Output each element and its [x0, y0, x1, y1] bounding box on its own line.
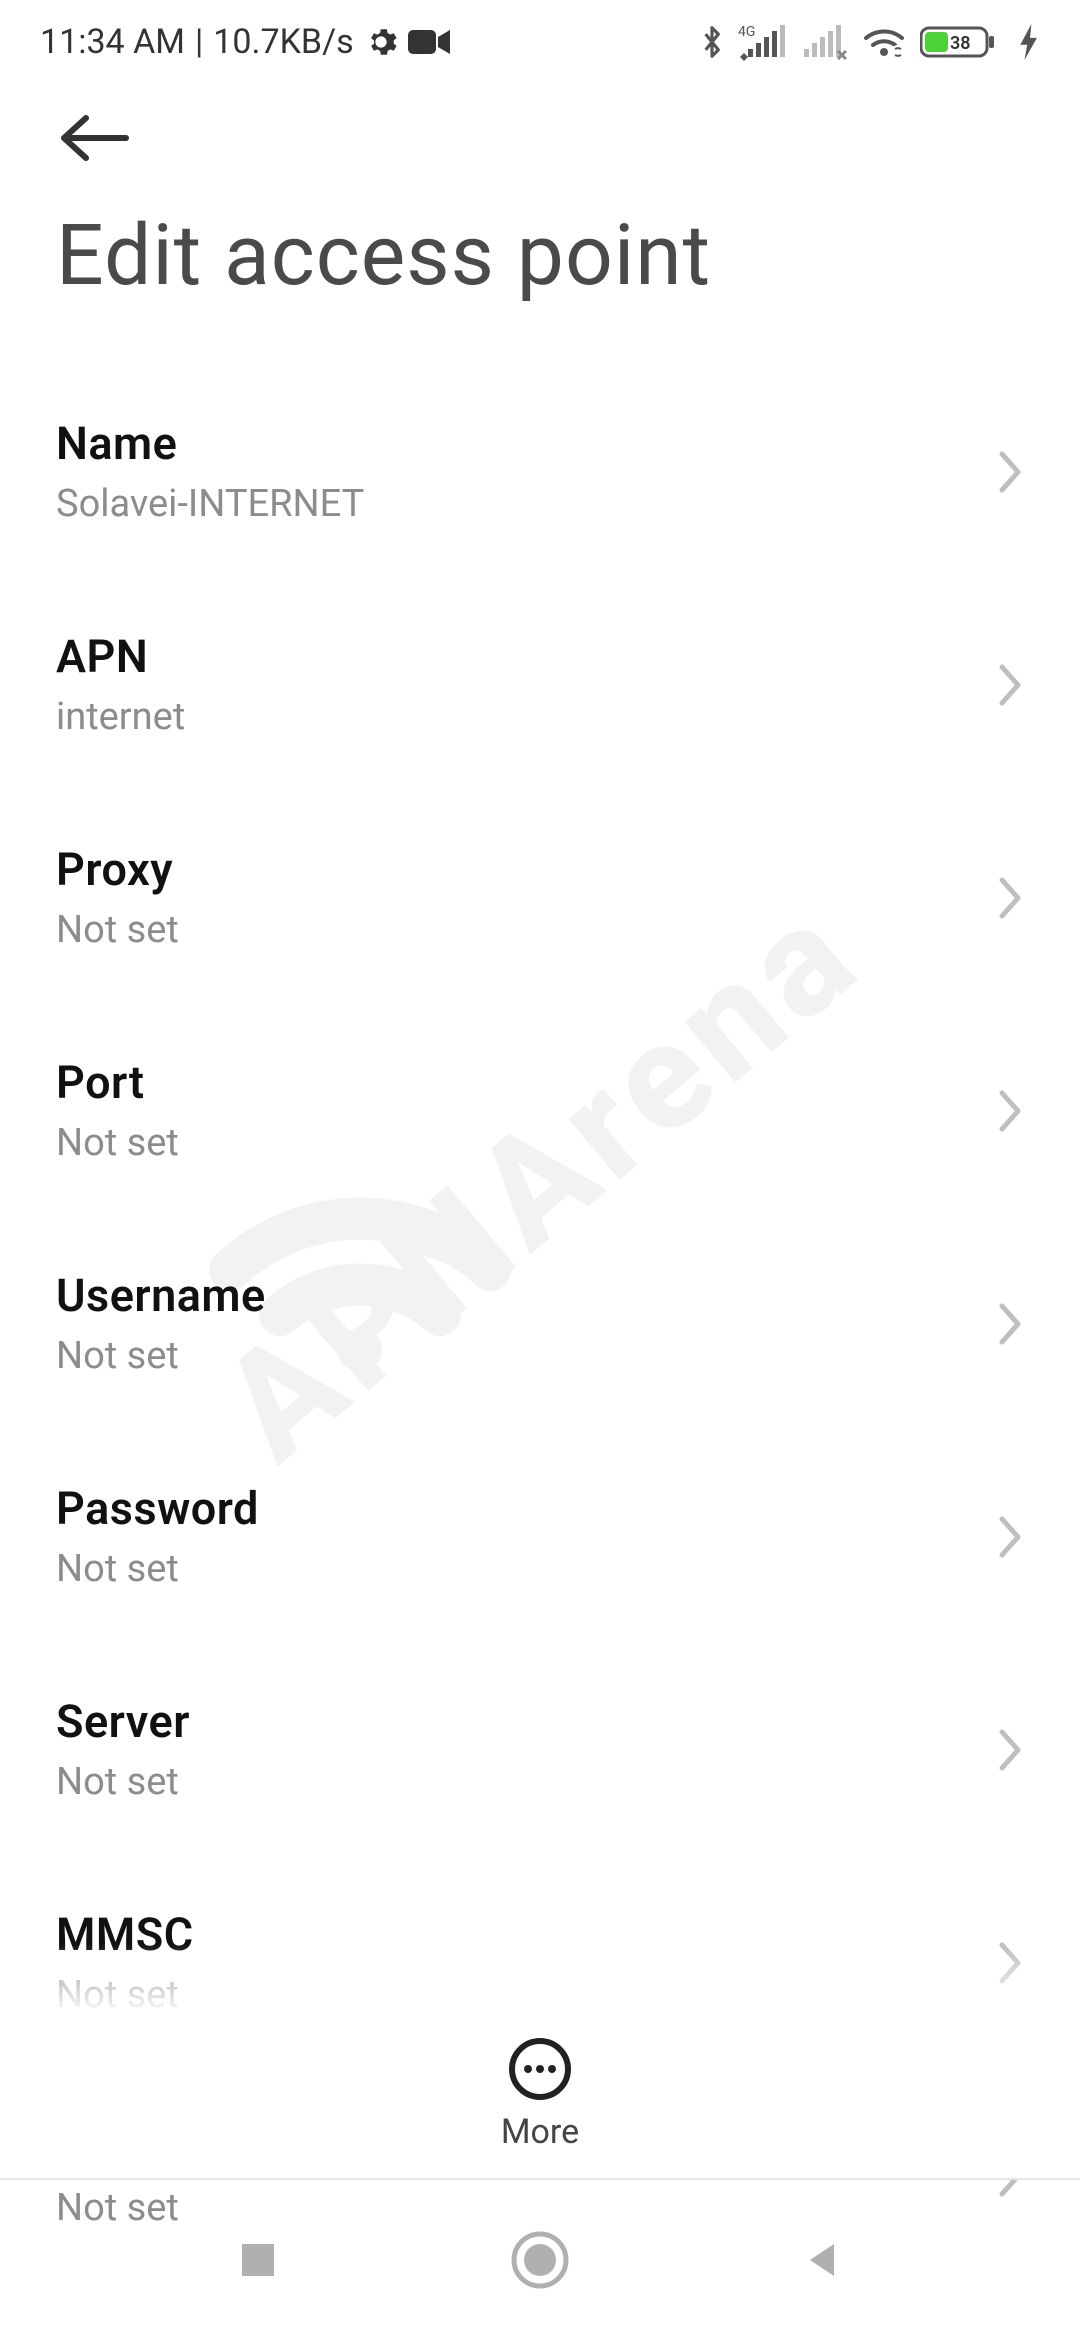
chevron-right-icon	[996, 1941, 1024, 1985]
nav-home-icon[interactable]	[509, 2229, 571, 2291]
field-value: Not set	[56, 1322, 964, 1378]
signal-4g-icon: 4G	[738, 23, 788, 61]
chevron-right-icon	[996, 663, 1024, 707]
wifi-icon	[862, 24, 906, 60]
page-title: Edit access point	[0, 186, 1080, 365]
field-label: Username	[56, 1269, 964, 1322]
apn-field-password[interactable]: Password Not set	[56, 1430, 1024, 1643]
field-value: Not set	[56, 1748, 964, 1804]
back-arrow-icon[interactable]	[56, 112, 134, 164]
field-value: Not set	[56, 1961, 964, 2017]
field-value: internet	[56, 683, 964, 739]
field-value: Not set	[56, 1535, 964, 1591]
system-nav-bar	[0, 2180, 1080, 2340]
svg-text:4G: 4G	[738, 24, 755, 40]
apn-field-proxy[interactable]: Proxy Not set	[56, 791, 1024, 1004]
field-label: APN	[56, 630, 964, 683]
field-label: Proxy	[56, 843, 964, 896]
more-icon[interactable]	[507, 2036, 573, 2102]
chevron-right-icon	[996, 1515, 1024, 1559]
field-value: Not set	[56, 896, 964, 952]
status-time: 11:34 AM	[40, 22, 185, 62]
field-label: Server	[56, 1695, 964, 1748]
field-label: Port	[56, 1056, 964, 1109]
chevron-right-icon	[996, 1728, 1024, 1772]
field-value: Solavei-INTERNET	[56, 470, 964, 526]
gear-icon	[364, 25, 398, 59]
apn-field-username[interactable]: Username Not set	[56, 1217, 1024, 1430]
status-sep: |	[195, 22, 203, 62]
apn-list: Name Solavei-INTERNET APN internet Proxy…	[0, 365, 1080, 2282]
chevron-right-icon	[996, 876, 1024, 920]
charging-icon	[1020, 24, 1040, 60]
battery-icon: 38	[920, 23, 1006, 61]
bluetooth-icon	[700, 23, 724, 61]
chevron-right-icon	[996, 1089, 1024, 1133]
signal-nosim-icon	[802, 23, 848, 61]
nav-back-icon[interactable]	[798, 2236, 846, 2284]
apn-field-server[interactable]: Server Not set	[56, 1643, 1024, 1856]
field-label: Name	[56, 417, 964, 470]
chevron-right-icon	[996, 450, 1024, 494]
more-label: More	[501, 2102, 579, 2152]
status-speed: 10.7KB/s	[213, 22, 353, 62]
more-bar: More	[0, 2010, 1080, 2180]
apn-field-apn[interactable]: APN internet	[56, 578, 1024, 791]
field-label: MMSC	[56, 1908, 964, 1961]
chevron-right-icon	[996, 1302, 1024, 1346]
apn-field-name[interactable]: Name Solavei-INTERNET	[56, 365, 1024, 578]
field-value: Not set	[56, 1109, 964, 1165]
nav-recents-icon[interactable]	[234, 2236, 282, 2284]
apn-field-port[interactable]: Port Not set	[56, 1004, 1024, 1217]
video-camera-icon	[408, 27, 450, 57]
status-bar: 11:34 AM | 10.7KB/s 4G 38	[0, 0, 1080, 84]
svg-text:38: 38	[950, 33, 971, 54]
field-label: Password	[56, 1482, 964, 1535]
